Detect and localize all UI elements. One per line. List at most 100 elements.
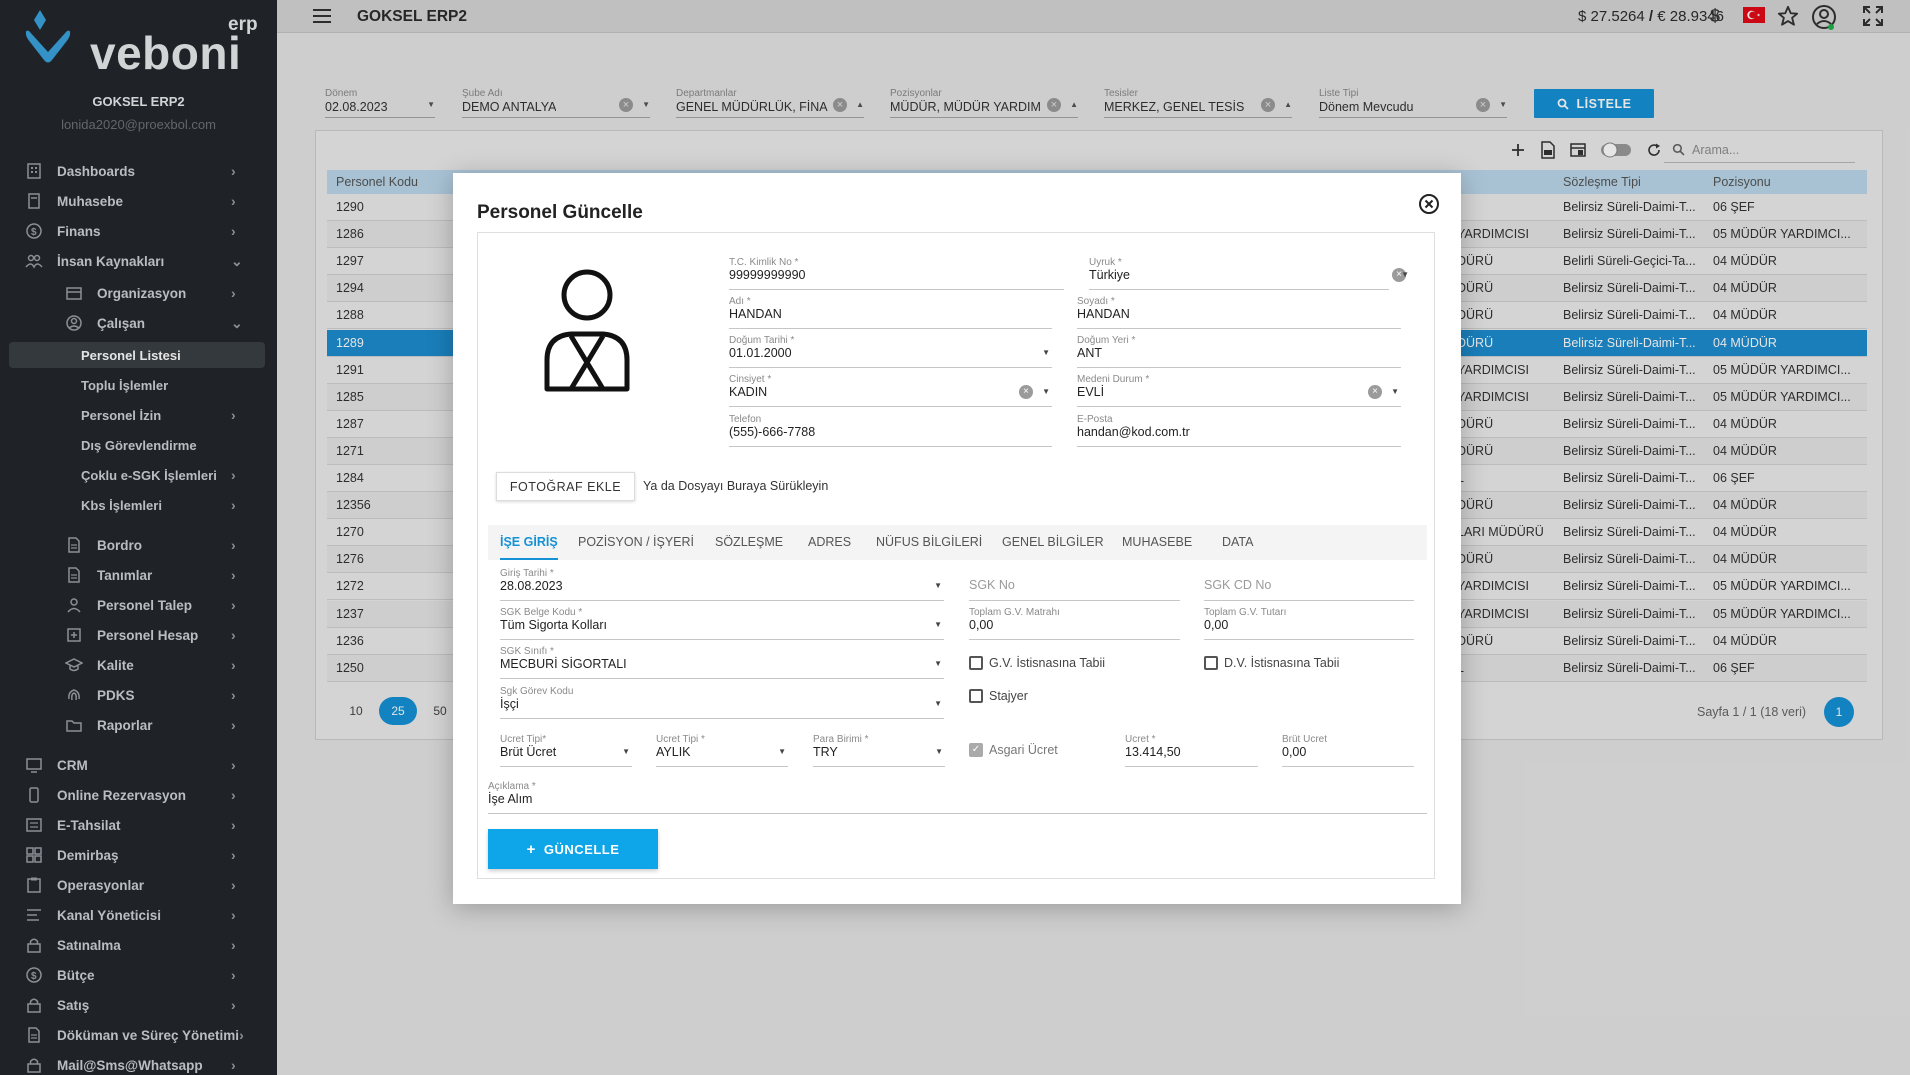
sgk-belge-kodu-field[interactable]: SGK Belge Kodu * Tüm Sigorta Kolları ▼ <box>500 607 944 640</box>
tab-adres[interactable]: ADRES <box>808 525 851 560</box>
field-value: KADIN <box>729 385 768 399</box>
field-label: Soyadı * <box>1077 296 1115 307</box>
field-label: Telefon <box>729 414 762 425</box>
ucret-tipi-field[interactable]: Ucret Tipi* Brüt Ücret ▼ <box>500 734 632 767</box>
tab-nufus-bilgileri[interactable]: NÜFUS BİLGİLERİ <box>876 525 982 560</box>
guncelle-button[interactable]: + GÜNCELLE <box>488 829 658 869</box>
tc-field[interactable]: T.C. Kimlik No * 99999999990 <box>729 257 1064 290</box>
tab-muhasebe[interactable]: MUHASEBE <box>1122 525 1192 560</box>
dropdown-arrow-icon[interactable]: ▼ <box>935 747 943 756</box>
clear-icon[interactable]: × <box>1019 385 1033 399</box>
clear-icon[interactable]: × <box>1368 385 1382 399</box>
soyadi-field[interactable]: Soyadı * HANDAN <box>1077 296 1401 329</box>
field-value: Tüm Sigorta Kolları <box>500 618 607 632</box>
dropdown-arrow-icon[interactable]: ▼ <box>1042 387 1050 396</box>
telefon-field[interactable]: Telefon (555)-666-7788 <box>729 414 1052 447</box>
field-value: HANDAN <box>729 307 782 321</box>
field-label: Adı * <box>729 296 751 307</box>
modal-tabs: İŞE GİRİŞ POZİSYON / İŞYERİ SÖZLEŞME ADR… <box>488 525 1427 560</box>
tab-sozlesme[interactable]: SÖZLEŞME <box>715 525 783 560</box>
gv-istisna-checkbox[interactable]: G.V. İstisnasına Tabii <box>969 656 1105 670</box>
tab-ise-giris[interactable]: İŞE GİRİŞ <box>500 525 558 560</box>
field-value: İşçi <box>500 697 519 711</box>
checkbox-checked-icon[interactable]: ✓ <box>969 743 983 757</box>
sgk-no-field[interactable]: SGK No <box>969 568 1180 601</box>
dropdown-arrow-icon[interactable]: ▼ <box>1401 270 1409 279</box>
checkbox-box[interactable] <box>969 656 983 670</box>
close-icon[interactable] <box>1418 193 1440 215</box>
uyruk-field[interactable]: Uyruk * Türkiye × ▼ <box>1089 257 1409 290</box>
field-label: E-Posta <box>1077 414 1113 425</box>
field-label: SGK Sınıfı * <box>500 646 554 657</box>
dogum-tarihi-field[interactable]: Doğum Tarihi * 01.01.2000 ▼ <box>729 335 1052 368</box>
sgk-cd-no-field[interactable]: SGK CD No <box>1204 568 1414 601</box>
dv-istisna-checkbox[interactable]: D.V. İstisnasına Tabii <box>1204 656 1339 670</box>
field-label: Doğum Tarihi * <box>729 335 795 346</box>
field-label: Toplam G.V. Tutarı <box>1204 607 1287 618</box>
gv-tutari-field[interactable]: Toplam G.V. Tutarı 0,00 <box>1204 607 1414 640</box>
field-value: 0,00 <box>1204 618 1229 632</box>
sgk-sinifi-field[interactable]: SGK Sınıfı * MECBURİ SİGORTALI ▼ <box>500 646 944 679</box>
field-label: Giriş Tarihi * <box>500 568 554 579</box>
brut-ucret-field[interactable]: Brüt Ucret 0,00 <box>1282 734 1414 767</box>
ucret-periyot-field[interactable]: Ucret Tipi * AYLIK ▼ <box>656 734 788 767</box>
field-value: ANT <box>1077 346 1102 360</box>
field-label: Toplam G.V. Matrahı <box>969 607 1060 618</box>
dropdown-arrow-icon[interactable]: ▼ <box>622 747 630 756</box>
field-value: İşe Alım <box>488 792 533 806</box>
tab-pozisyon-isyeri[interactable]: POZİSYON / İŞYERİ <box>578 525 694 560</box>
field-label: Açıklama * <box>488 781 536 792</box>
field-value: 13.414,50 <box>1125 745 1181 759</box>
asgari-ucret-checkbox[interactable]: ✓ Asgari Ücret <box>969 743 1058 757</box>
field-value: EVLİ <box>1077 385 1105 399</box>
field-value: handan@kod.com.tr <box>1077 425 1190 439</box>
user-placeholder-icon[interactable] <box>541 268 633 394</box>
add-photo-button[interactable]: FOTOĞRAF EKLE <box>496 472 635 501</box>
field-label: Medeni Durum * <box>1077 374 1150 385</box>
dropdown-arrow-icon[interactable]: ▼ <box>934 699 942 708</box>
guncelle-label: GÜNCELLE <box>543 841 620 857</box>
field-label: T.C. Kimlik No * <box>729 257 799 268</box>
medeni-durum-field[interactable]: Medeni Durum * EVLİ × ▼ <box>1077 374 1401 407</box>
plus-icon: + <box>526 840 536 858</box>
gv-matrahi-field[interactable]: Toplam G.V. Matrahı 0,00 <box>969 607 1180 640</box>
para-birimi-field[interactable]: Para Birimi * TRY ▼ <box>813 734 945 767</box>
checkbox-box[interactable] <box>969 689 983 703</box>
field-label: Doğum Yeri * <box>1077 335 1136 346</box>
field-value: 99999999990 <box>729 268 806 282</box>
dropdown-arrow-icon[interactable]: ▼ <box>778 747 786 756</box>
field-value: 0,00 <box>1282 745 1307 759</box>
field-value: AYLIK <box>656 745 691 759</box>
eposta-field[interactable]: E-Posta handan@kod.com.tr <box>1077 414 1401 447</box>
field-value: MECBURİ SİGORTALI <box>500 657 627 671</box>
sgk-gorev-kodu-field[interactable]: Sgk Görev Kodu İşçi ▼ <box>500 686 944 719</box>
dropdown-arrow-icon[interactable]: ▼ <box>1042 348 1050 357</box>
modal-title: Personel Güncelle <box>477 202 643 223</box>
dropdown-arrow-icon[interactable]: ▼ <box>934 659 942 668</box>
adi-field[interactable]: Adı * HANDAN <box>729 296 1052 329</box>
dropdown-arrow-icon[interactable]: ▼ <box>1391 387 1399 396</box>
dropdown-arrow-icon[interactable]: ▼ <box>934 620 942 629</box>
field-label: Ucret Tipi * <box>656 734 705 745</box>
tab-data[interactable]: DATA <box>1222 525 1253 560</box>
field-value: Brüt Ücret <box>500 745 557 759</box>
field-value: (555)-666-7788 <box>729 425 816 439</box>
field-label: Uyruk * <box>1089 257 1122 268</box>
checkbox-label: D.V. İstisnasına Tabii <box>1224 656 1340 670</box>
stajyer-checkbox[interactable]: Stajyer <box>969 689 1028 703</box>
aciklama-field[interactable]: Açıklama * İşe Alım <box>488 781 1427 814</box>
field-value: TRY <box>813 745 838 759</box>
field-value: Türkiye <box>1089 268 1130 282</box>
field-label: Brüt Ucret <box>1282 734 1328 745</box>
dogum-yeri-field[interactable]: Doğum Yeri * ANT <box>1077 335 1401 368</box>
giris-tarihi-field[interactable]: Giriş Tarihi * 28.08.2023 ▼ <box>500 568 944 601</box>
field-value: HANDAN <box>1077 307 1130 321</box>
tab-genel-bilgiler[interactable]: GENEL BİLGİLER <box>1002 525 1104 560</box>
dropdown-arrow-icon[interactable]: ▼ <box>934 581 942 590</box>
field-label: Sgk Görev Kodu <box>500 686 574 697</box>
field-label: Para Birimi * <box>813 734 869 745</box>
cinsiyet-field[interactable]: Cinsiyet * KADIN × ▼ <box>729 374 1052 407</box>
checkbox-box[interactable] <box>1204 656 1218 670</box>
ucret-field[interactable]: Ucret * 13.414,50 <box>1125 734 1258 767</box>
checkbox-label: Stajyer <box>989 689 1028 703</box>
